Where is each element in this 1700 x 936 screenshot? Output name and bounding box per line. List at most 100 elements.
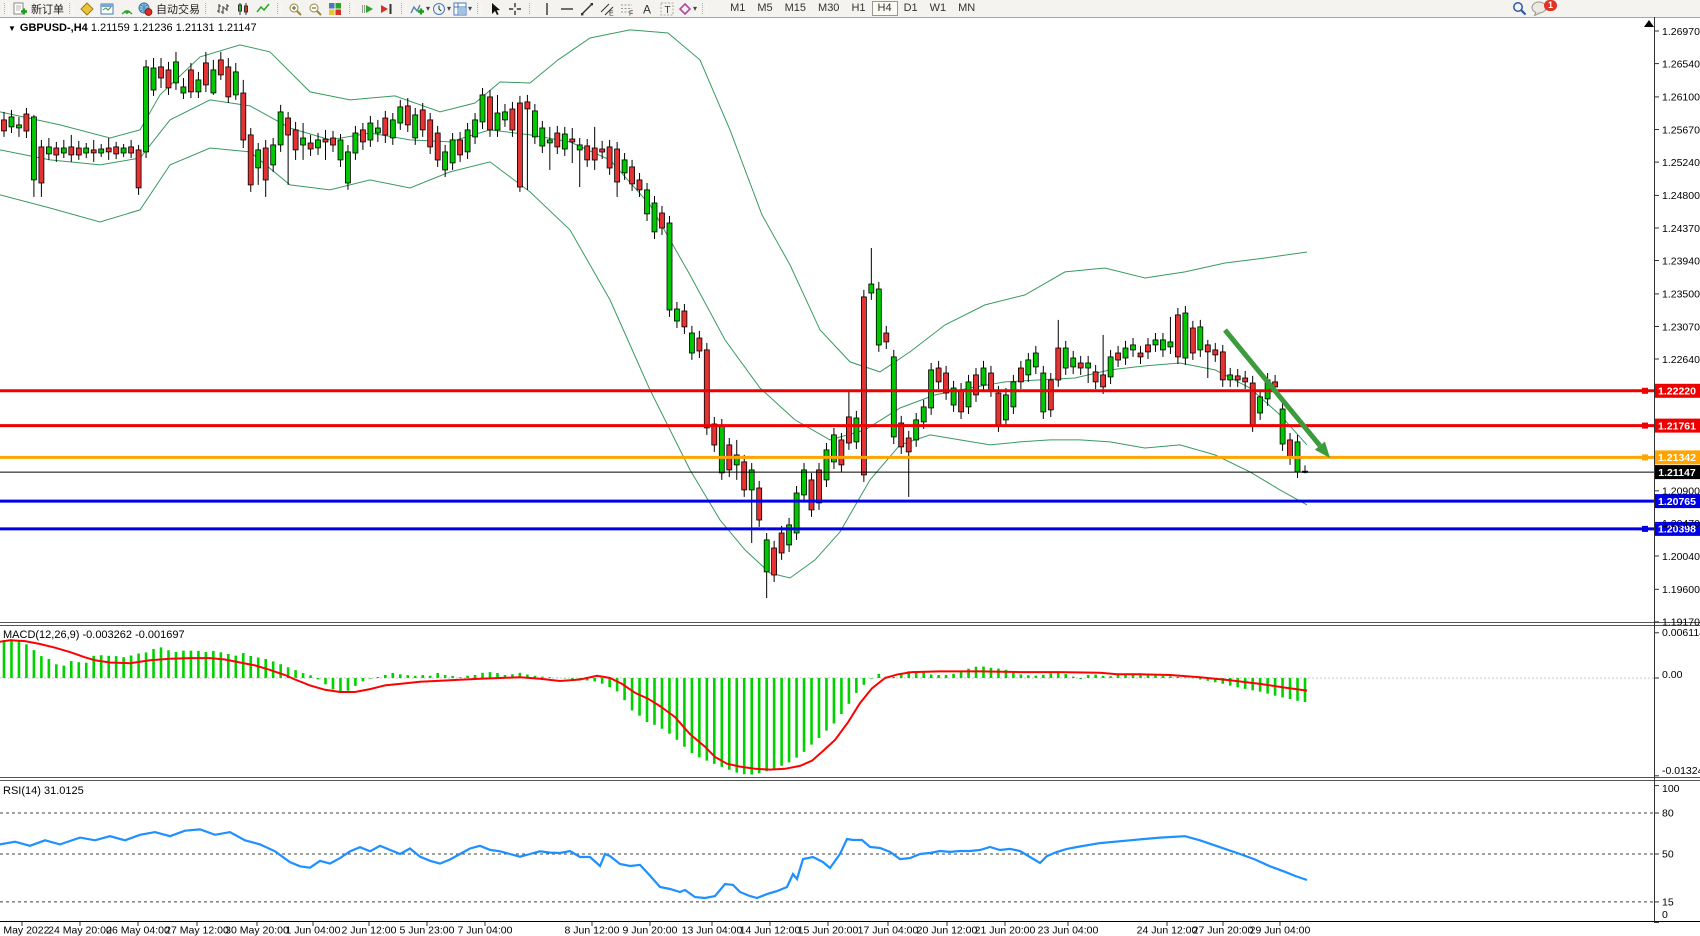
candle	[383, 118, 388, 135]
svg-text:1.26540: 1.26540	[1662, 58, 1700, 70]
svg-text:50: 50	[1662, 849, 1674, 861]
chart-canvas: 1.222201.217611.213421.211471.207651.203…	[0, 0, 1700, 936]
svg-text:9 Jun 20:00: 9 Jun 20:00	[623, 925, 678, 936]
candle	[712, 424, 717, 445]
candle	[1116, 353, 1121, 360]
arrow-shaft[interactable]	[1225, 330, 1320, 446]
chart-title: ▼GBPUSD-,H4 1.21159 1.21236 1.21131 1.21…	[8, 22, 257, 34]
candle	[555, 133, 560, 147]
candle	[1288, 440, 1293, 458]
candle	[301, 138, 306, 145]
candle	[136, 150, 141, 188]
svg-text:21 Jun 20:00: 21 Jun 20:00	[975, 925, 1036, 936]
candle	[368, 123, 373, 140]
candle	[473, 120, 478, 137]
candle	[1168, 342, 1173, 347]
candle	[1063, 348, 1068, 368]
candle	[405, 106, 410, 125]
candle	[316, 140, 321, 148]
line-handle	[1642, 388, 1648, 394]
candle	[914, 420, 919, 440]
svg-text:14 Jun 12:00: 14 Jun 12:00	[740, 925, 801, 936]
candle	[218, 60, 223, 75]
mt4-window: 新订单自动交易▾▾▾EFAT▾M1M5M15M30H1H4D1W1MN1 1.2…	[0, 0, 1700, 936]
line-handle	[1642, 526, 1648, 532]
candle	[174, 62, 179, 83]
bollinger-bands	[0, 30, 1307, 578]
candle	[360, 130, 365, 142]
candle	[181, 87, 186, 93]
candle	[921, 407, 926, 422]
candle	[630, 167, 635, 184]
svg-text:7 Jun 04:00: 7 Jun 04:00	[458, 925, 513, 936]
candle	[570, 139, 575, 142]
macd-label: MACD(12,26,9) -0.003262 -0.001697	[3, 629, 185, 641]
candle	[846, 417, 851, 443]
svg-text:1.26970: 1.26970	[1662, 26, 1700, 38]
candle	[9, 117, 14, 127]
horizontal-level-lines[interactable]: 1.222201.217611.213421.211471.207651.203…	[0, 384, 1700, 536]
candle	[540, 128, 545, 146]
candle	[1041, 373, 1046, 412]
svg-text:1.22640: 1.22640	[1662, 354, 1700, 366]
candle	[345, 152, 350, 183]
candle	[884, 333, 889, 342]
svg-text:1.25240: 1.25240	[1662, 157, 1700, 169]
candle	[764, 540, 769, 572]
macd-panel: 0.0061140.00-0.013241	[0, 627, 1700, 777]
svg-text:1.21342: 1.21342	[1658, 452, 1696, 464]
candle	[1258, 397, 1263, 413]
panel-frame	[0, 17, 1700, 922]
candle	[248, 135, 253, 185]
candle	[824, 450, 829, 480]
candle	[1131, 345, 1136, 350]
svg-text:1.20900: 1.20900	[1662, 486, 1700, 498]
trend-arrow[interactable]	[1225, 330, 1330, 458]
candle	[517, 103, 522, 187]
svg-text:20 Jun 12:00: 20 Jun 12:00	[917, 925, 978, 936]
candle	[532, 111, 537, 137]
svg-text:1.24800: 1.24800	[1662, 190, 1700, 202]
candle	[443, 152, 448, 170]
candle	[271, 145, 276, 165]
candle	[488, 97, 493, 130]
svg-text:1.21147: 1.21147	[1658, 467, 1696, 479]
candle	[1198, 327, 1203, 350]
candle	[861, 297, 866, 475]
svg-text:-0.013241: -0.013241	[1662, 765, 1700, 777]
svg-text:100: 100	[1662, 783, 1680, 795]
candle	[996, 393, 1001, 425]
svg-text:1 Jun 04:00: 1 Jun 04:00	[286, 925, 341, 936]
candle	[1175, 315, 1180, 357]
candle	[233, 72, 238, 95]
candle	[1153, 340, 1158, 345]
svg-text:24 May 20:00: 24 May 20:00	[48, 925, 112, 936]
svg-text:2 Jun 12:00: 2 Jun 12:00	[342, 925, 397, 936]
candle	[1003, 395, 1008, 420]
line-handle	[1642, 454, 1648, 460]
svg-text:3 May 2022: 3 May 2022	[0, 925, 50, 936]
candle	[600, 149, 605, 152]
candle	[817, 470, 822, 503]
candle	[749, 470, 754, 490]
price-axis: 1.269701.265401.261001.256701.252401.248…	[1644, 20, 1700, 629]
candle	[615, 149, 620, 182]
candle	[503, 112, 508, 120]
svg-text:27 May 12:00: 27 May 12:00	[165, 925, 229, 936]
svg-text:1.20765: 1.20765	[1658, 496, 1696, 508]
candle	[1183, 313, 1188, 358]
candle	[1205, 345, 1210, 352]
chart-menu-triangle-icon[interactable]: ▼	[8, 24, 16, 33]
candle	[84, 148, 89, 153]
candle	[46, 147, 51, 154]
ohlc-values: 1.21159 1.21236 1.21131 1.21147	[88, 22, 257, 34]
candle	[61, 148, 66, 153]
rsi-name: RSI(14)	[3, 785, 41, 797]
candle	[869, 284, 874, 293]
candle	[211, 70, 216, 93]
candle	[510, 109, 515, 130]
svg-text:13 Jun 04:00: 13 Jun 04:00	[682, 925, 743, 936]
candle	[129, 147, 134, 153]
candle	[1018, 368, 1023, 382]
svg-text:1.25670: 1.25670	[1662, 124, 1700, 136]
